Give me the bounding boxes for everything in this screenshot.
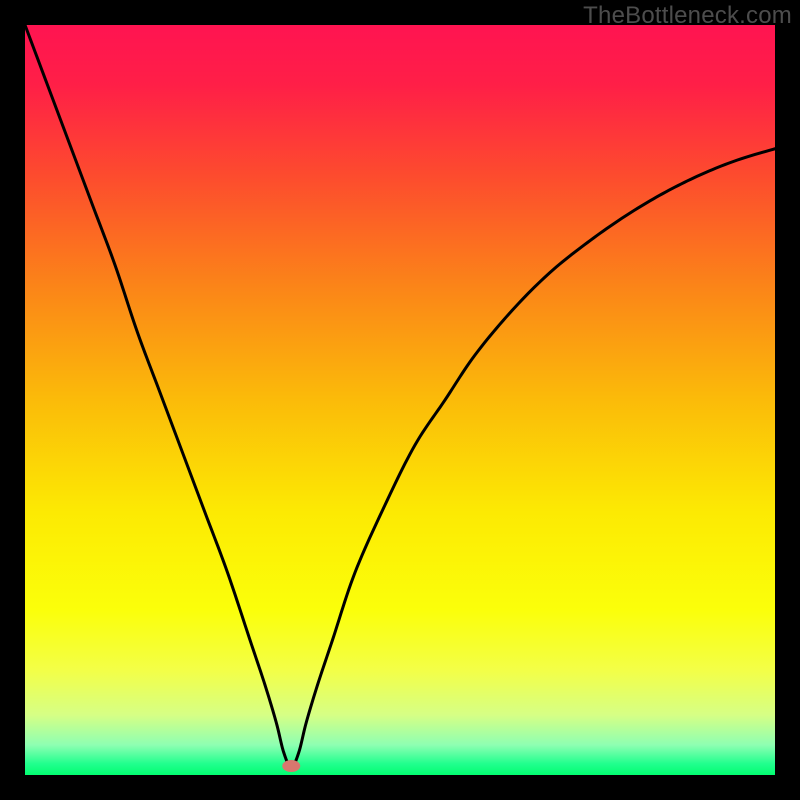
minimum-marker: [282, 760, 300, 772]
plot-area: [25, 25, 775, 775]
gradient-background: [25, 25, 775, 775]
chart-svg: [25, 25, 775, 775]
chart-frame: TheBottleneck.com: [0, 0, 800, 800]
watermark-text: TheBottleneck.com: [583, 2, 792, 30]
